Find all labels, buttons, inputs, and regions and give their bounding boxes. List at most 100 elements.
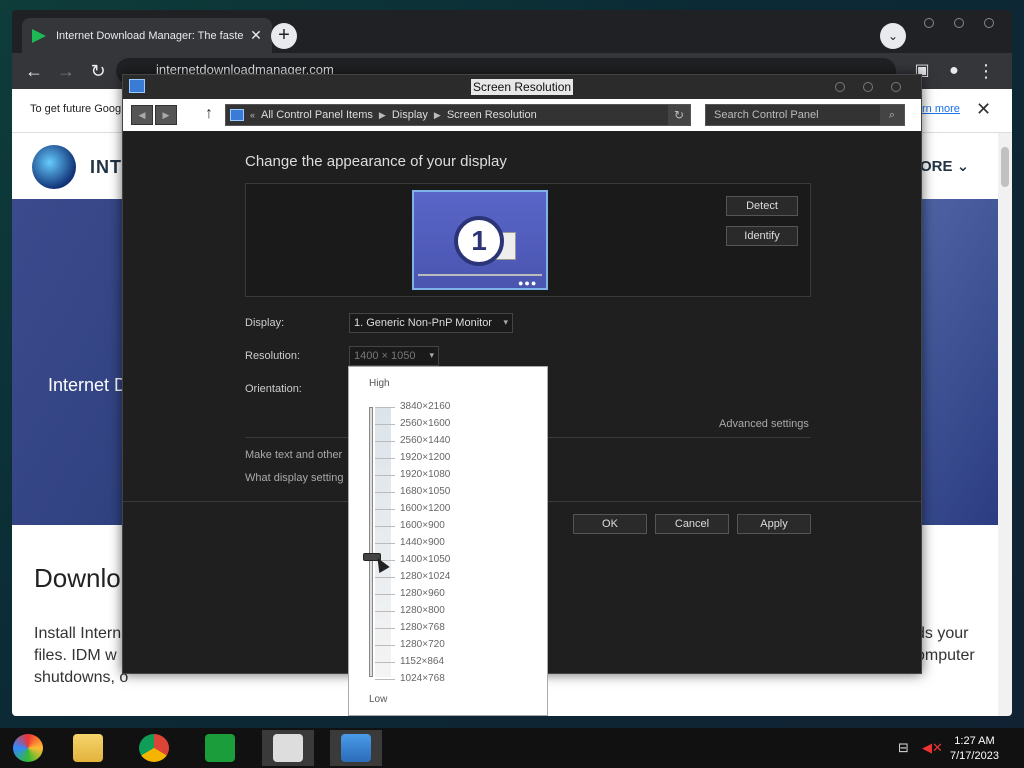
new-tab-button[interactable]: + (271, 23, 297, 49)
network-icon[interactable]: ⊟ (898, 740, 909, 756)
clock[interactable]: 1:27 AM 7/17/2023 (950, 734, 999, 764)
chevron-down-icon: ▾ (503, 317, 508, 327)
maximize-icon[interactable] (863, 82, 873, 92)
monitor-number: 1 (454, 216, 504, 266)
resolution-dropdown: High 3840×2160 2560×1600 2560×1440 1920×120… (348, 366, 548, 716)
close-window-icon[interactable] (984, 18, 994, 28)
cancel-button[interactable]: Cancel (655, 514, 729, 534)
resolution-option[interactable]: 1680×1050 (400, 486, 450, 497)
search-input[interactable]: Search Control Panel ⌕ (705, 104, 905, 126)
breadcrumb-all-items[interactable]: All Control Panel Items (261, 109, 373, 121)
resolution-tick (375, 509, 395, 510)
resolution-tick (375, 577, 395, 578)
display-help-link[interactable]: What display setting (245, 472, 343, 484)
advanced-settings-link[interactable]: Advanced settings (719, 418, 809, 430)
resolution-tick (375, 424, 395, 425)
resolution-tick (375, 662, 395, 663)
breadcrumb-display[interactable]: Display (392, 109, 428, 121)
search-icon[interactable]: ⌕ (880, 105, 904, 125)
reload-icon[interactable]: ↻ (86, 59, 110, 83)
identify-button[interactable]: Identify (726, 226, 798, 246)
tab-search-button[interactable]: ⌄ (880, 23, 906, 49)
resolution-option[interactable]: 1024×768 (400, 673, 445, 684)
hero-text: Internet D (48, 375, 128, 395)
close-tab-icon[interactable]: ✕ (248, 27, 264, 44)
up-icon[interactable]: ↑ (205, 105, 213, 123)
resolution-option[interactable]: 1600×900 (400, 520, 445, 531)
resolution-tick (375, 458, 395, 459)
text-size-link[interactable]: Make text and other (245, 449, 342, 461)
close-infobar-icon[interactable]: ✕ (976, 99, 991, 120)
resolution-slider-track[interactable] (369, 407, 373, 677)
display-select[interactable]: 1. Generic Non-PnP Monitor ▾ (349, 313, 513, 333)
media-app-icon[interactable] (2, 730, 54, 766)
resolution-option[interactable]: 1920×1080 (400, 469, 450, 480)
resolution-option[interactable]: 1280×800 (400, 605, 445, 616)
resolution-option[interactable]: 1400×1050 (400, 554, 450, 565)
resolution-option[interactable]: 1280×1024 (400, 571, 450, 582)
store-icon[interactable] (194, 730, 246, 766)
resolution-tick (375, 407, 395, 408)
forward-icon[interactable]: → (54, 59, 78, 83)
resolution-tick (375, 594, 395, 595)
monitor-1[interactable]: 1 ●●● (412, 190, 548, 290)
page-heading: Change the appearance of your display (245, 153, 507, 170)
close-icon[interactable] (891, 82, 901, 92)
ok-button[interactable]: OK (573, 514, 647, 534)
resolution-option[interactable]: 2560×1600 (400, 418, 450, 429)
clock-time: 1:27 AM (954, 735, 995, 747)
volume-muted-icon[interactable]: ◀✕ (922, 740, 943, 756)
forward-icon[interactable]: ▶ (155, 105, 177, 125)
back-icon[interactable]: ◀ (131, 105, 153, 125)
detect-button[interactable]: Detect (726, 196, 798, 216)
more-menu[interactable]: ORE ⌄ (920, 157, 969, 175)
window-titlebar: Screen Resolution (123, 75, 921, 99)
window-title: Screen Resolution (471, 79, 574, 95)
idm-favicon-icon (32, 28, 46, 43)
control-panel-icon[interactable] (330, 730, 382, 766)
learn-more-link[interactable]: rn more (922, 103, 960, 115)
resolution-tick (375, 492, 395, 493)
low-label: Low (369, 694, 388, 705)
archive-icon[interactable] (262, 730, 314, 766)
resolution-select[interactable]: 1400 × 1050 ▾ (349, 346, 439, 366)
tab-strip: Internet Download Manager: The faste ✕ +… (12, 10, 1012, 53)
resolution-tick (375, 543, 395, 544)
display-label: Display: (245, 317, 285, 329)
resolution-tick (375, 628, 395, 629)
minimize-icon[interactable] (835, 82, 845, 92)
control-panel-icon (230, 109, 244, 121)
address-breadcrumb[interactable]: « All Control Panel Items ▶ Display ▶ Sc… (225, 104, 691, 126)
idm-logo[interactable] (32, 145, 76, 189)
menu-icon[interactable]: ⋮ (974, 59, 998, 83)
resolution-tick (375, 441, 395, 442)
resolution-option[interactable]: 1920×1200 (400, 452, 450, 463)
orientation-label: Orientation: (245, 383, 302, 395)
resolution-option[interactable]: 1280×768 (400, 622, 445, 633)
resolution-option[interactable]: 1440×900 (400, 537, 445, 548)
clock-date: 7/17/2023 (950, 750, 999, 762)
file-explorer-icon[interactable] (62, 730, 114, 766)
monitor-panel: 1 ●●● Detect Identify (245, 183, 811, 297)
chevron-down-icon: ▾ (429, 350, 434, 360)
resolution-option[interactable]: 1280×960 (400, 588, 445, 599)
chrome-icon[interactable] (128, 730, 180, 766)
resolution-option[interactable]: 2560×1440 (400, 435, 450, 446)
paragraph-right: ds your omputer (916, 625, 975, 664)
breadcrumb-screen-resolution[interactable]: Screen Resolution (447, 109, 537, 121)
apply-button[interactable]: Apply (737, 514, 811, 534)
maximize-icon[interactable] (954, 18, 964, 28)
resolution-option[interactable]: 1600×1200 (400, 503, 450, 514)
resolution-option[interactable]: 3840×2160 (400, 401, 450, 412)
minimize-icon[interactable] (924, 18, 934, 28)
resolution-option[interactable]: 1280×720 (400, 639, 445, 650)
resolution-tick (375, 475, 395, 476)
info-bar-text: To get future Goog (30, 103, 122, 115)
profile-icon[interactable]: ● (942, 59, 966, 83)
browser-tab[interactable]: Internet Download Manager: The faste ✕ (22, 18, 272, 53)
tab-title: Internet Download Manager: The faste (56, 29, 244, 42)
page-scrollbar[interactable] (998, 133, 1012, 716)
refresh-icon[interactable]: ↻ (668, 105, 690, 125)
resolution-option[interactable]: 1152×864 (400, 656, 444, 667)
back-icon[interactable]: ← (22, 59, 46, 83)
